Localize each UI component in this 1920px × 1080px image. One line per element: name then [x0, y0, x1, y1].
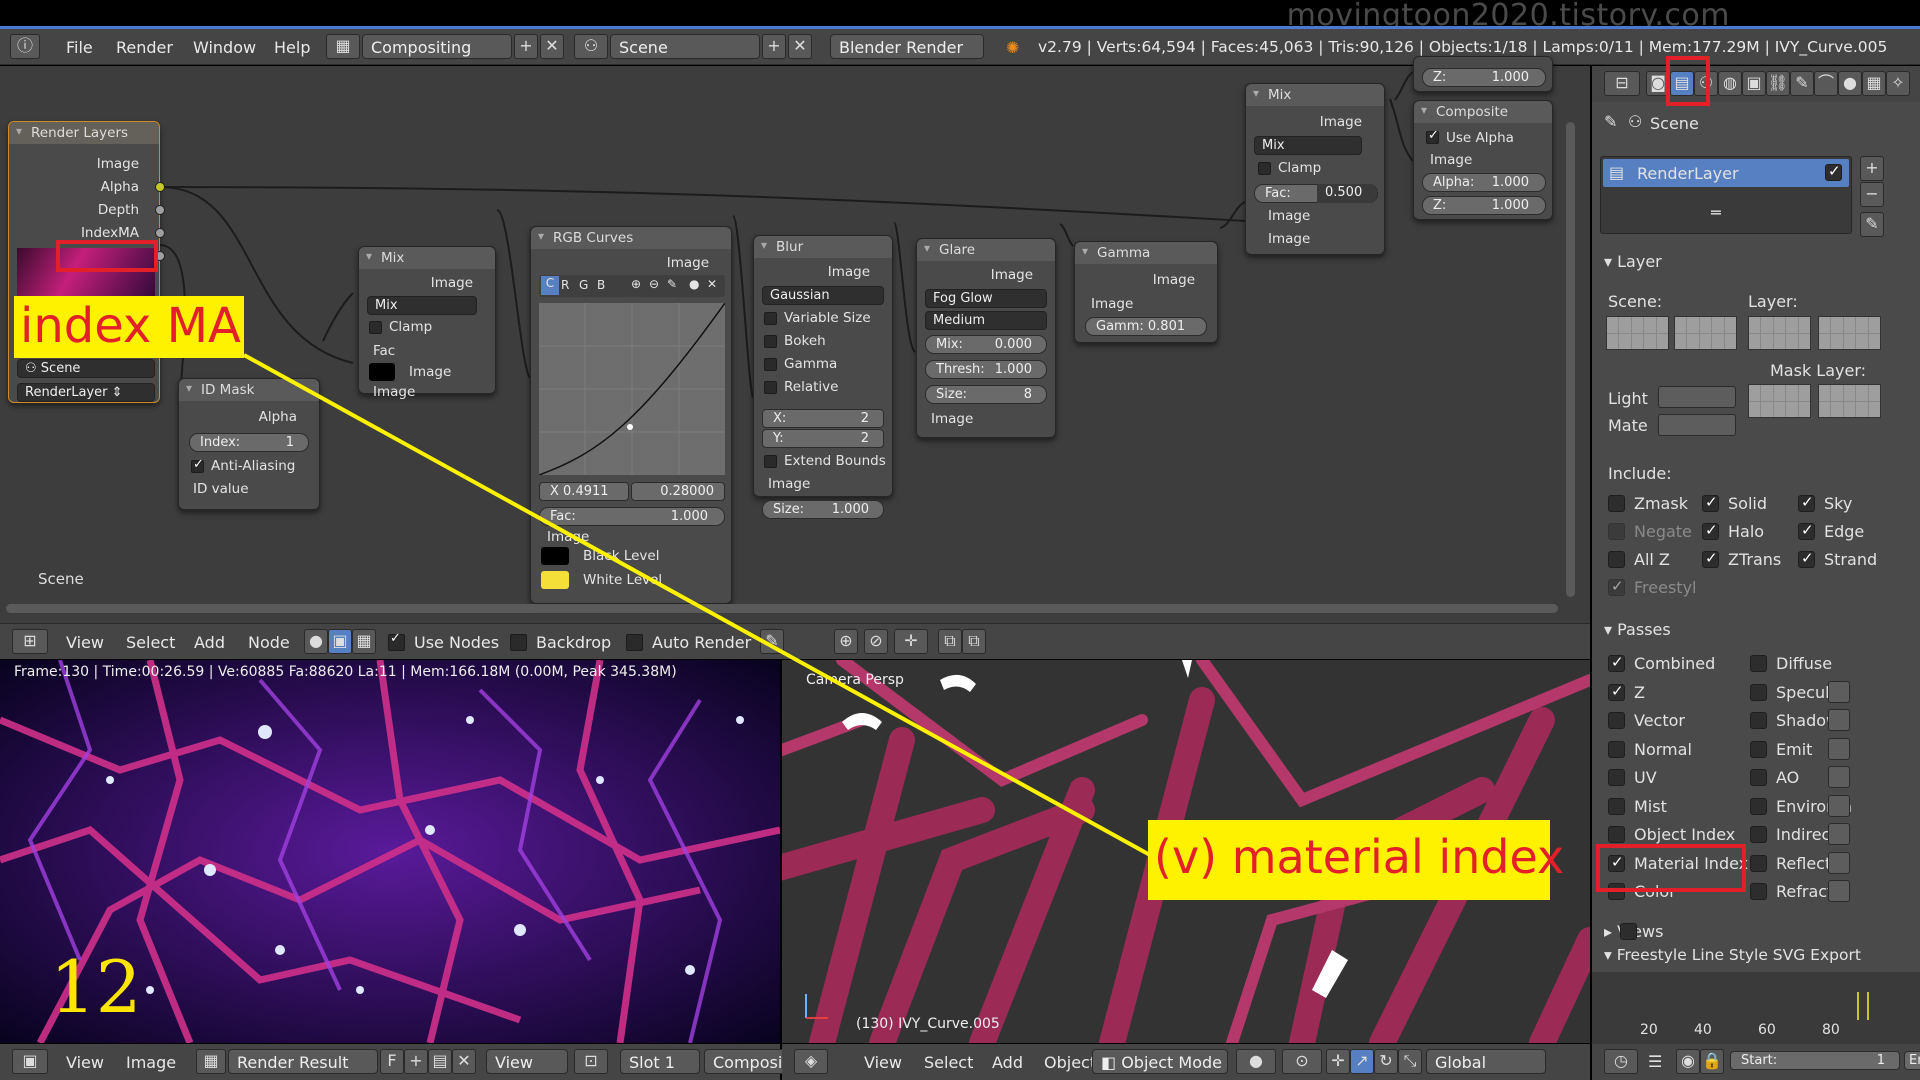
indexma-highlight-box — [56, 240, 158, 272]
annotation-index-ma: index MA — [14, 296, 244, 358]
render-layers-tab-highlight-box — [1666, 56, 1710, 106]
annotation-material-index: (v) material index — [1148, 820, 1564, 900]
annotation-connector — [243, 353, 1151, 857]
material-index-highlight-box — [1596, 844, 1746, 892]
